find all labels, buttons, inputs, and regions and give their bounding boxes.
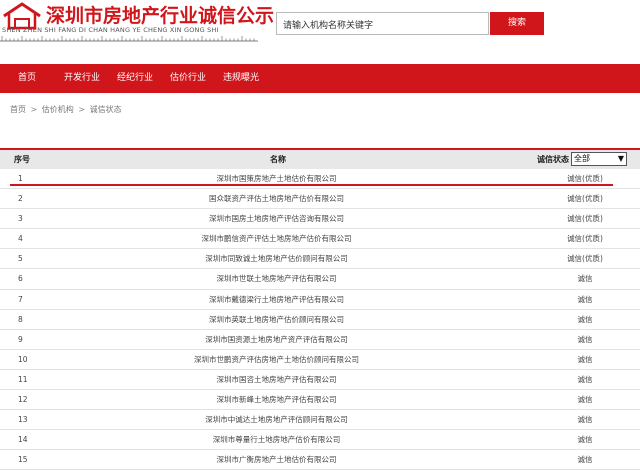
org-name-link[interactable]: 深圳市同致诚土地房地产估价顾问有限公司 (0, 249, 553, 269)
nav-item-home[interactable]: 首页 (18, 64, 36, 93)
nav-item-appraisal[interactable]: 估价行业 (170, 64, 206, 93)
column-header-no: 序号 (14, 155, 30, 164)
breadcrumb-appraisal-org[interactable]: 估价机构 (42, 105, 74, 114)
integrity-status: 诚信 (577, 314, 593, 324)
table-row[interactable]: 3 深圳市国房土地房地产评估咨询有限公司 诚信(优质) (0, 209, 640, 230)
table-row[interactable]: 9 深圳市国资源土地房地产资产评估有限公司 诚信 (0, 330, 640, 350)
integrity-status: 诚信 (577, 415, 593, 425)
breadcrumb: 首页 > 估价机构 > 诚信状态 (10, 104, 124, 115)
nav-item-brokerage[interactable]: 经纪行业 (117, 64, 153, 93)
integrity-status: 诚信 (577, 274, 593, 284)
org-name-link[interactable]: 深圳市世鹏资产评估房地产土地估价顾问有限公司 (0, 350, 553, 370)
table-row[interactable]: 7 深圳市戴德梁行土地房地产评估有限公司 诚信 (0, 290, 640, 310)
table-row[interactable]: 4 深圳市鹏信资产评估土地房地产估价有限公司 诚信(优质) (0, 229, 640, 250)
site-header: 深圳市房地产行业诚信公示 SHEN ZHEN SHI FANG DI CHAN … (0, 0, 640, 46)
integrity-status: 诚信(优质) (567, 194, 603, 204)
integrity-status: 诚信 (577, 455, 593, 465)
nav-item-violations[interactable]: 违规曝光 (223, 64, 259, 93)
table-row[interactable]: 8 深圳市英联土地房地产估价顾问有限公司 诚信 (0, 310, 640, 330)
integrity-status: 诚信 (577, 435, 593, 445)
org-name-link[interactable]: 深圳市广衡房地产土地估价有限公司 (0, 450, 553, 470)
table-header: 序号 名称 诚信状态 全部 ▼ (0, 148, 640, 169)
column-header-status: 诚信状态 (537, 155, 569, 164)
integrity-status: 诚信 (577, 354, 593, 364)
org-name-link[interactable]: 深圳市国策房地产土地估价有限公司 (0, 169, 553, 189)
table-row[interactable]: 15 深圳市广衡房地产土地估价有限公司 诚信 (0, 450, 640, 470)
org-name-link[interactable]: 深圳市戴德梁行土地房地产评估有限公司 (0, 290, 553, 310)
table-row[interactable]: 13 深圳市中诚达土地房地产评估顾问有限公司 诚信 (0, 410, 640, 431)
integrity-status: 诚信 (577, 294, 593, 304)
table-row[interactable]: 14 深圳市尊量行土地房地产估价有限公司 诚信 (0, 430, 640, 451)
site-pinyin: SHEN ZHEN SHI FANG DI CHAN HANG YE CHENG… (2, 26, 219, 34)
breadcrumb-separator: > (30, 105, 38, 114)
table-row[interactable]: 12 深圳市新峰土地房地产评估有限公司 诚信 (0, 390, 640, 411)
org-name-link[interactable]: 深圳市英联土地房地产估价顾问有限公司 (0, 310, 553, 330)
table-body: 1 深圳市国策房地产土地估价有限公司 诚信(优质) 2 国众联资产评估土地房地产估价有限… (0, 169, 640, 470)
status-filter-value: 全部 (574, 154, 590, 163)
org-name-link[interactable]: 深圳市中诚达土地房地产评估顾问有限公司 (0, 410, 553, 430)
org-name-link[interactable]: 国众联资产评估土地房地产估价有限公司 (0, 189, 553, 209)
integrity-status: 诚信(优质) (567, 254, 603, 264)
search-input[interactable]: 请输入机构名称关键字 (276, 12, 489, 35)
integrity-table: 序号 名称 诚信状态 全部 ▼ 1 深圳市国策房地产土地估价有限公司 诚信(优质) 2… (0, 148, 640, 470)
org-name-link[interactable]: 深圳市国房土地房地产评估咨询有限公司 (0, 209, 553, 229)
nav-item-development[interactable]: 开发行业 (64, 64, 100, 93)
site-title: 深圳市房地产行业诚信公示 (46, 5, 275, 27)
chevron-down-icon: ▼ (617, 154, 624, 163)
org-name-link[interactable]: 深圳市鹏信资产评估土地房地产估价有限公司 (0, 229, 553, 249)
table-row[interactable]: 1 深圳市国策房地产土地估价有限公司 诚信(优质) (0, 169, 640, 190)
column-header-name: 名称 (270, 155, 286, 164)
table-row[interactable]: 5 深圳市同致诚土地房地产估价顾问有限公司 诚信(优质) (0, 249, 640, 270)
breadcrumb-separator: > (78, 105, 86, 114)
integrity-status: 诚信 (577, 374, 593, 384)
org-name-link[interactable]: 深圳市世联土地房地产评估有限公司 (0, 269, 553, 289)
integrity-status: 诚信 (577, 334, 593, 344)
integrity-status: 诚信(优质) (567, 214, 603, 224)
org-name-link[interactable]: 深圳市国资源土地房地产资产评估有限公司 (0, 330, 553, 350)
table-row[interactable]: 11 深圳市国咨土地房地产评估有限公司 诚信 (0, 370, 640, 391)
org-name-link[interactable]: 深圳市新峰土地房地产评估有限公司 (0, 390, 553, 410)
table-row[interactable]: 6 深圳市世联土地房地产评估有限公司 诚信 (0, 269, 640, 290)
org-name-link[interactable]: 深圳市尊量行土地房地产估价有限公司 (0, 430, 553, 450)
integrity-status: 诚信(优质) (567, 234, 603, 244)
org-name-link[interactable]: 深圳市国咨土地房地产评估有限公司 (0, 370, 553, 390)
main-nav: 首页 开发行业 经纪行业 估价行业 违规曝光 (0, 64, 640, 93)
integrity-status: 诚信 (577, 395, 593, 405)
integrity-status: 诚信(优质) (567, 174, 603, 183)
breadcrumb-home[interactable]: 首页 (10, 105, 26, 114)
table-row[interactable]: 2 国众联资产评估土地房地产估价有限公司 诚信(优质) (0, 189, 640, 210)
ruler-decoration (0, 36, 258, 42)
highlight-underline (10, 184, 613, 186)
breadcrumb-status: 诚信状态 (89, 105, 122, 114)
status-filter-select[interactable]: 全部 ▼ (571, 152, 627, 166)
search-button[interactable]: 搜索 (490, 12, 544, 35)
table-row[interactable]: 10 深圳市世鹏资产评估房地产土地估价顾问有限公司 诚信 (0, 350, 640, 370)
